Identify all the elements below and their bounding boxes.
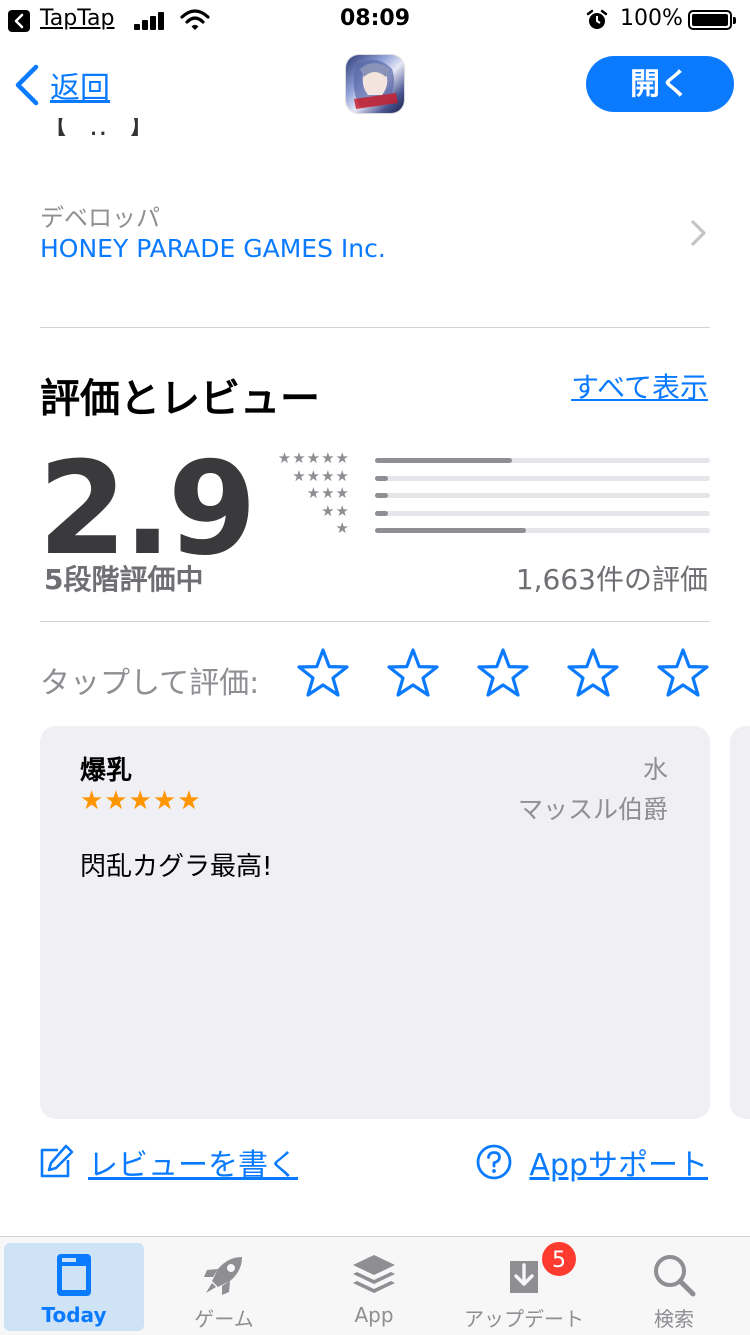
updates-badge: 5 <box>540 1240 578 1278</box>
review-star-rating: ★★★★★ <box>80 786 202 816</box>
layers-icon <box>353 1255 395 1293</box>
next-review-card[interactable] <box>730 726 750 1119</box>
star-outline-icon[interactable] <box>295 646 351 702</box>
review-date: 水 <box>642 755 668 784</box>
review-card[interactable]: 爆乳 ★★★★★ 水 マッスル伯爵 閃乱カグラ最高! <box>40 726 710 1119</box>
tab-search-label: 検索 <box>654 1307 694 1331</box>
review-author: マッスル伯爵 <box>517 795 668 824</box>
histogram-bar <box>375 493 389 498</box>
histogram-bar <box>375 528 526 533</box>
back-label: 返回 <box>50 71 110 106</box>
developer-name-link[interactable]: HONEY PARADE GAMES Inc. <box>40 234 386 263</box>
histogram-track <box>375 528 710 533</box>
histogram-star-label: ★★★ <box>306 484 350 502</box>
write-review-link[interactable]: レビューを書く <box>38 1140 298 1184</box>
rating-count: 1,663件の評価 <box>515 563 708 596</box>
app-support-link[interactable]: Appサポート <box>475 1140 708 1184</box>
histogram-star-label: ★ <box>335 519 350 537</box>
see-all-link[interactable]: すべて表示 <box>571 366 708 406</box>
divider <box>40 621 710 622</box>
compose-icon <box>40 1144 74 1178</box>
star-outline-icon[interactable] <box>385 646 441 702</box>
chevron-left-icon <box>15 64 39 106</box>
tab-today[interactable]: Today <box>4 1243 144 1331</box>
download-icon <box>510 1261 538 1293</box>
review-title: 爆乳 <box>80 756 133 786</box>
rating-scale-label: 5段階評価中 <box>44 563 204 596</box>
app-support-label: Appサポート <box>529 1148 708 1183</box>
write-review-label: レビューを書く <box>88 1148 298 1183</box>
histogram-bar <box>375 458 513 463</box>
tab-games[interactable]: ゲーム <box>154 1243 294 1331</box>
histogram-track <box>375 476 710 481</box>
histogram-star-label: ★★ <box>321 502 350 520</box>
divider <box>40 327 710 328</box>
app-icon <box>346 55 404 113</box>
tab-bar: Today ゲーム App アップデート 検索 <box>0 1236 750 1335</box>
histogram-star-label: ★★★★★ <box>277 449 350 467</box>
star-outline-icon[interactable] <box>565 646 621 702</box>
open-button[interactable]: 開く <box>586 56 734 112</box>
histogram-track <box>375 511 710 516</box>
search-icon <box>654 1255 696 1297</box>
tab-apps-label: App <box>354 1303 394 1327</box>
today-icon <box>57 1254 91 1296</box>
histogram-bar <box>375 511 389 516</box>
rocket-icon <box>204 1257 242 1295</box>
battery-percent: 100% <box>620 6 683 31</box>
tab-apps[interactable]: App <box>304 1243 444 1331</box>
truncated-text-fragment: 【 ‥ 】 <box>40 118 163 136</box>
developer-label: デベロッパ <box>40 204 160 232</box>
histogram-star-label: ★★★★ <box>292 467 350 485</box>
tab-games-label: ゲーム <box>194 1307 254 1331</box>
battery-icon <box>688 10 736 30</box>
status-bar: TapTap 08:09 100% <box>0 0 750 40</box>
tap-to-rate-label: タップして評価: <box>40 666 260 701</box>
tab-search[interactable]: 検索 <box>604 1243 744 1331</box>
histogram-row: ★ <box>270 519 710 539</box>
help-circle-icon <box>476 1144 512 1180</box>
review-body: 閃乱カグラ最高! <box>80 852 273 882</box>
alarm-icon <box>586 9 608 29</box>
histogram-track <box>375 458 710 463</box>
star-outline-icon[interactable] <box>475 646 531 702</box>
chevron-right-icon[interactable] <box>688 218 708 248</box>
back-button[interactable]: 返回 <box>14 62 110 108</box>
tab-updates-label: アップデート <box>464 1307 584 1331</box>
ratings-section-title: 評価とレビュー <box>40 376 320 422</box>
star-outline-icon[interactable] <box>655 646 711 702</box>
tab-today-label: Today <box>41 1303 107 1327</box>
histogram-bar <box>375 476 389 481</box>
histogram-track <box>375 493 710 498</box>
